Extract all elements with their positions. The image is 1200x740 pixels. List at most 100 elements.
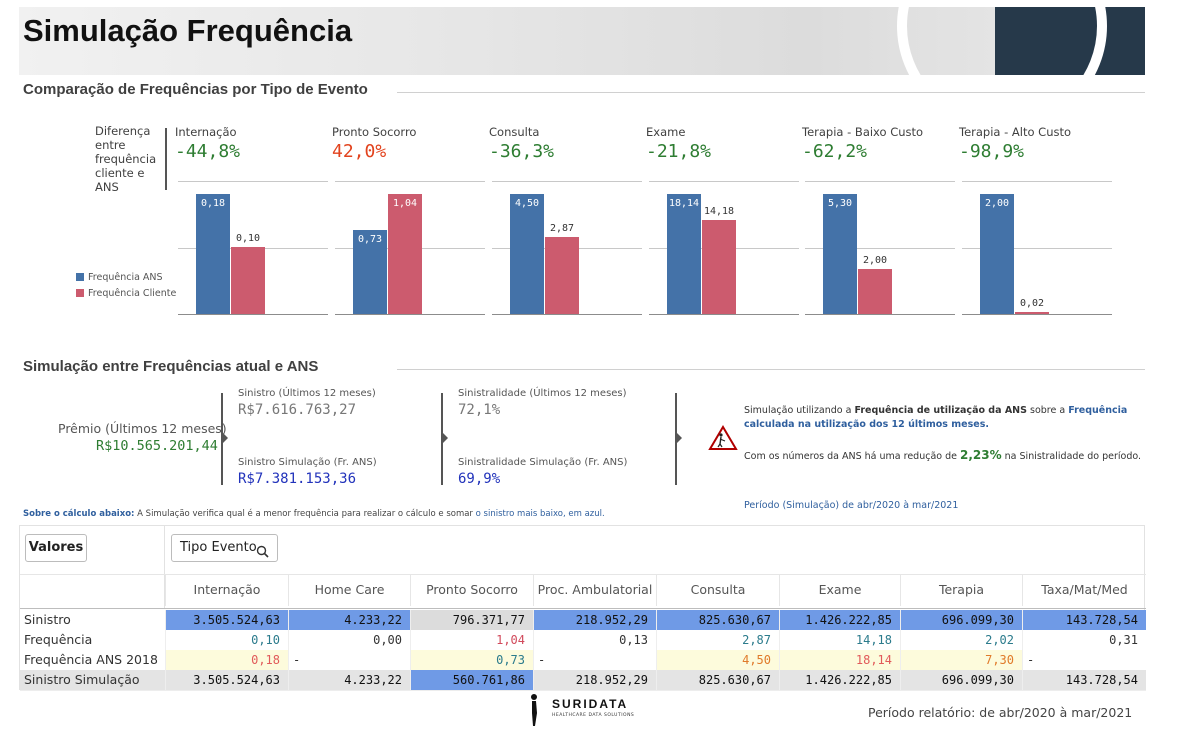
- bar-ans[interactable]: [196, 194, 230, 314]
- bar-label-ans: 5,30: [827, 198, 853, 209]
- about-link[interactable]: o sinistro mais baixo, em azul.: [476, 509, 605, 519]
- table-cell[interactable]: 696.099,30: [900, 670, 1022, 690]
- table-cell[interactable]: 18,14: [779, 650, 900, 670]
- table-cell[interactable]: 1,04: [410, 630, 533, 650]
- sinistralidade-label: Sinistralidade (Últimos 12 meses): [458, 388, 627, 399]
- valores-button[interactable]: Valores: [25, 534, 87, 562]
- bar-label-ans: 0,73: [357, 233, 383, 245]
- premio-label: Prêmio (Últimos 12 meses): [58, 421, 227, 436]
- panel-diff-value: -44,8%: [175, 141, 241, 162]
- table-cell[interactable]: 0,18: [165, 650, 288, 670]
- column-header[interactable]: Terapia: [900, 574, 1022, 606]
- chart-legend: Frequência ANS Frequência Cliente: [76, 269, 176, 301]
- panel-title: Consulta: [489, 125, 540, 139]
- about-text: A Simulação verifica qual é a menor freq…: [134, 509, 476, 519]
- panel-title: Internação: [175, 125, 237, 139]
- table-cell[interactable]: 0,10: [165, 630, 288, 650]
- table-cell[interactable]: 796.371,77: [410, 610, 533, 630]
- bar-ans[interactable]: [510, 194, 544, 314]
- stethoscope-icon: [897, 7, 1107, 75]
- table-cell[interactable]: 14,18: [779, 630, 900, 650]
- table-cell[interactable]: 0,31: [1022, 630, 1146, 650]
- table-cell[interactable]: -: [533, 650, 656, 670]
- bar-cliente[interactable]: [702, 220, 736, 314]
- bar-label-ans: 2,00: [984, 198, 1010, 209]
- bar-ans[interactable]: [667, 194, 701, 314]
- gridline: [178, 181, 328, 182]
- reduction-text: na Sinistralidade do período.: [1001, 451, 1142, 462]
- table-cell[interactable]: 0,00: [288, 630, 410, 650]
- x-axis-line: [492, 314, 642, 315]
- panel-diff-value: 42,0%: [332, 141, 387, 162]
- tipo-evento-label: Tipo Evento: [180, 540, 257, 555]
- table-cell[interactable]: 7,30: [900, 650, 1022, 670]
- table-cell[interactable]: -: [1022, 650, 1146, 670]
- bar-label-ans: 0,18: [200, 198, 226, 209]
- table-cell[interactable]: 825.630,67: [656, 670, 779, 690]
- column-header[interactable]: Internação: [165, 574, 288, 606]
- sinistralidade-value: 72,1%: [458, 402, 501, 418]
- section-divider-2: [397, 369, 1145, 370]
- bar-cliente[interactable]: [858, 268, 892, 314]
- table-cell[interactable]: -: [288, 650, 410, 670]
- column-header[interactable]: Taxa/Mat/Med: [1022, 574, 1146, 606]
- bar-label-cliente: 0,10: [235, 233, 261, 245]
- table-cell[interactable]: 1.426.222,85: [779, 670, 900, 690]
- table-cell[interactable]: 825.630,67: [656, 610, 779, 630]
- column-header[interactable]: Home Care: [288, 574, 410, 606]
- page-title: Simulação Frequência: [23, 13, 353, 48]
- table-cell[interactable]: 218.952,29: [533, 670, 656, 690]
- about-bold: Sobre o cálculo abaixo:: [23, 509, 135, 519]
- panel-diff-value: -98,9%: [959, 141, 1025, 162]
- diff-caption: Diferença entre frequência cliente e ANS: [95, 124, 157, 194]
- table-cell[interactable]: 4.233,22: [288, 610, 410, 630]
- reduction-value: 2,23%: [960, 448, 1002, 462]
- panel-diff-value: -21,8%: [646, 141, 712, 162]
- table-cell[interactable]: 143.728,54: [1022, 610, 1146, 630]
- sinistro-sim-value: R$7.381.153,36: [238, 471, 357, 487]
- table-cell[interactable]: 560.761,86: [410, 670, 533, 690]
- gridline: [335, 181, 485, 182]
- table-cell[interactable]: 4.233,22: [288, 670, 410, 690]
- column-header[interactable]: Consulta: [656, 574, 779, 606]
- bar-cliente[interactable]: [1015, 312, 1049, 314]
- table-cell[interactable]: 218.952,29: [533, 610, 656, 630]
- reduction-note: Com os números da ANS há uma redução de …: [744, 447, 1141, 465]
- sinistralidade-sim-label: Sinistralidade Simulação (Fr. ANS): [458, 457, 628, 468]
- bar-label-cliente: 1,04: [392, 198, 418, 209]
- table-cell[interactable]: 0,73: [410, 650, 533, 670]
- table-cell[interactable]: 2,87: [656, 630, 779, 650]
- table-cell[interactable]: 143.728,54: [1022, 670, 1146, 690]
- premio-value: R$10.565.201,44: [96, 438, 218, 454]
- note-text: Simulação utilizando a: [744, 405, 855, 416]
- section-title-comparison: Comparação de Frequências por Tipo de Ev…: [23, 81, 368, 98]
- panel-title: Terapia - Alto Custo: [959, 125, 1072, 139]
- column-header[interactable]: Proc. Ambulatorial: [533, 574, 656, 606]
- bar-label-cliente: 2,87: [549, 223, 575, 235]
- bar-cliente[interactable]: [545, 237, 579, 314]
- about-calculation: Sobre o cálculo abaixo: A Simulação veri…: [23, 509, 605, 519]
- table-cell[interactable]: 2,02: [900, 630, 1022, 650]
- table-cell[interactable]: 4,50: [656, 650, 779, 670]
- simulation-note: Simulação utilizando a Frequência de uti…: [744, 404, 1139, 432]
- column-header[interactable]: Exame: [779, 574, 900, 606]
- bar-cliente[interactable]: [388, 194, 422, 314]
- legend-item-cliente: Frequência Cliente: [76, 285, 176, 301]
- arrow-icon: [443, 433, 448, 443]
- table-cell[interactable]: 3.505.524,63: [165, 670, 288, 690]
- search-icon[interactable]: [256, 542, 269, 568]
- simulation-period: Período (Simulação) de abr/2020 à mar/20…: [744, 500, 959, 511]
- bar-label-cliente: 2,00: [862, 254, 888, 266]
- reduction-text: Com os números da ANS há uma redução de: [744, 451, 960, 462]
- tipo-evento-button[interactable]: Tipo Evento: [171, 534, 278, 562]
- table-cell[interactable]: 696.099,30: [900, 610, 1022, 630]
- column-header[interactable]: Pronto Socorro: [410, 574, 533, 606]
- table-cell[interactable]: 3.505.524,63: [165, 610, 288, 630]
- table-divider: [20, 690, 1146, 691]
- bar-ans[interactable]: [823, 194, 857, 314]
- table-cell[interactable]: 1.426.222,85: [779, 610, 900, 630]
- table-cell[interactable]: 0,13: [533, 630, 656, 650]
- bar-cliente[interactable]: [231, 247, 265, 314]
- bar-ans[interactable]: [980, 194, 1014, 314]
- legend-label-ans: Frequência ANS: [88, 271, 163, 283]
